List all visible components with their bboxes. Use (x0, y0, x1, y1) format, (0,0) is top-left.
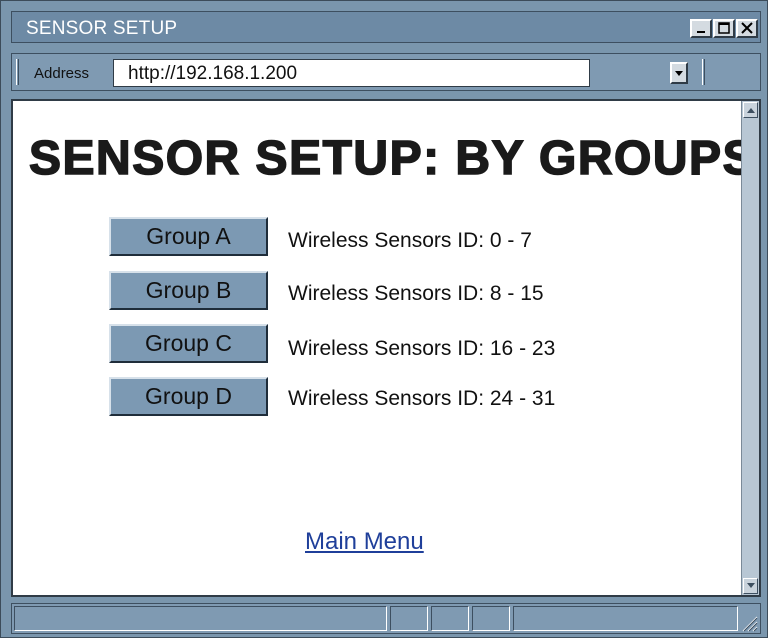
address-label: Address (34, 65, 90, 82)
resize-grip-icon[interactable] (738, 612, 758, 632)
address-url: http://192.168.1.200 (128, 63, 298, 84)
maximize-icon (718, 22, 730, 34)
status-bar (11, 603, 761, 634)
vertical-scrollbar[interactable] (741, 101, 759, 595)
address-dropdown-button[interactable] (670, 62, 688, 84)
minimize-button[interactable] (690, 19, 712, 38)
group-a-button[interactable]: Group A (109, 217, 268, 256)
title-bar[interactable]: SENSOR SETUP (11, 11, 761, 43)
arrow-down-icon (747, 583, 755, 588)
close-button[interactable] (736, 19, 758, 38)
group-b-description: Wireless Sensors ID: 8 - 15 (288, 282, 544, 305)
page-content: SENSOR SETUP: BY GROUPS Group A Wireless… (11, 99, 761, 597)
maximize-button[interactable] (713, 19, 735, 38)
group-a-description: Wireless Sensors ID: 0 - 7 (288, 229, 532, 252)
arrow-up-icon (747, 108, 755, 113)
toolbar-grip[interactable] (16, 59, 19, 85)
status-cell (390, 606, 428, 631)
scroll-up-button[interactable] (743, 102, 758, 118)
status-cell (472, 606, 510, 631)
group-c-button[interactable]: Group C (109, 324, 268, 363)
chevron-down-icon (675, 71, 683, 76)
window-title: SENSOR SETUP (26, 18, 178, 39)
scroll-down-button[interactable] (743, 578, 758, 594)
toolbar-grip-right[interactable] (702, 59, 705, 85)
close-icon (741, 22, 753, 34)
status-cell-main (14, 606, 387, 631)
page-title: SENSOR SETUP: BY GROUPS (28, 131, 757, 186)
status-cell (431, 606, 469, 631)
group-d-description: Wireless Sensors ID: 24 - 31 (288, 387, 556, 410)
minimize-icon (697, 31, 705, 33)
status-cell-zone (513, 606, 738, 631)
group-b-button[interactable]: Group B (109, 271, 268, 310)
main-menu-link[interactable]: Main Menu (305, 528, 424, 556)
group-d-button[interactable]: Group D (109, 377, 268, 416)
browser-window: SENSOR SETUP Address http://192.168.1.20… (0, 0, 768, 638)
address-input[interactable]: http://192.168.1.200 (113, 59, 688, 87)
address-bar: Address http://192.168.1.200 (11, 53, 761, 91)
group-c-description: Wireless Sensors ID: 16 - 23 (288, 337, 556, 360)
